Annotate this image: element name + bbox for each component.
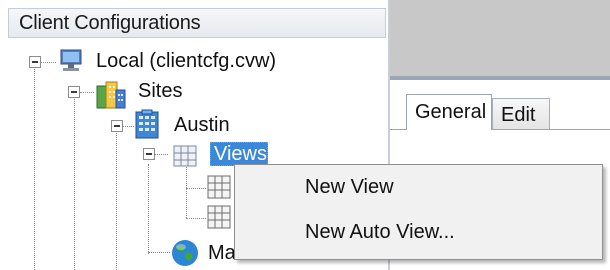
tree-connector <box>148 252 170 253</box>
tree-node-local[interactable]: Local (clientcfg.cvw) <box>96 50 276 72</box>
menu-item-new-view[interactable]: New View <box>305 173 585 201</box>
grid-icon <box>206 204 232 230</box>
tree-connector <box>116 126 117 270</box>
grid-icon <box>206 174 232 200</box>
collapse-toggle[interactable] <box>111 120 123 132</box>
tree-connector <box>74 90 75 270</box>
tree-connector <box>186 218 206 219</box>
grid-icon <box>170 142 200 170</box>
tree-connector <box>40 62 56 63</box>
collapse-toggle[interactable] <box>143 148 155 160</box>
building-icon <box>132 108 162 140</box>
tree-node-views-selected[interactable]: Views <box>210 142 268 166</box>
tree-connector <box>154 154 168 155</box>
menu-item-new-auto-view[interactable]: New Auto View... <box>305 218 585 246</box>
collapse-toggle[interactable] <box>68 86 80 98</box>
tree-node-austin[interactable]: Austin <box>174 114 230 136</box>
computer-icon <box>58 48 86 74</box>
details-header-area <box>390 0 610 76</box>
collapse-toggle[interactable] <box>29 56 41 68</box>
buildings-icon <box>94 80 128 110</box>
tree-connector <box>34 60 35 270</box>
context-menu: New View New Auto View... <box>234 164 603 260</box>
tab-general[interactable]: General <box>406 94 492 130</box>
tab-edit[interactable]: Edit <box>492 98 550 130</box>
tree-node-sites[interactable]: Sites <box>138 80 182 102</box>
tree-node-map-partial[interactable]: Ma <box>208 242 236 264</box>
globe-icon <box>170 238 200 268</box>
tree-connector <box>148 164 149 254</box>
tree-connector <box>80 92 94 93</box>
client-configurations-window: Client Configurations Local (clientcfg.c… <box>0 0 610 270</box>
tree-connector <box>186 164 187 218</box>
tree-connector <box>186 188 206 189</box>
